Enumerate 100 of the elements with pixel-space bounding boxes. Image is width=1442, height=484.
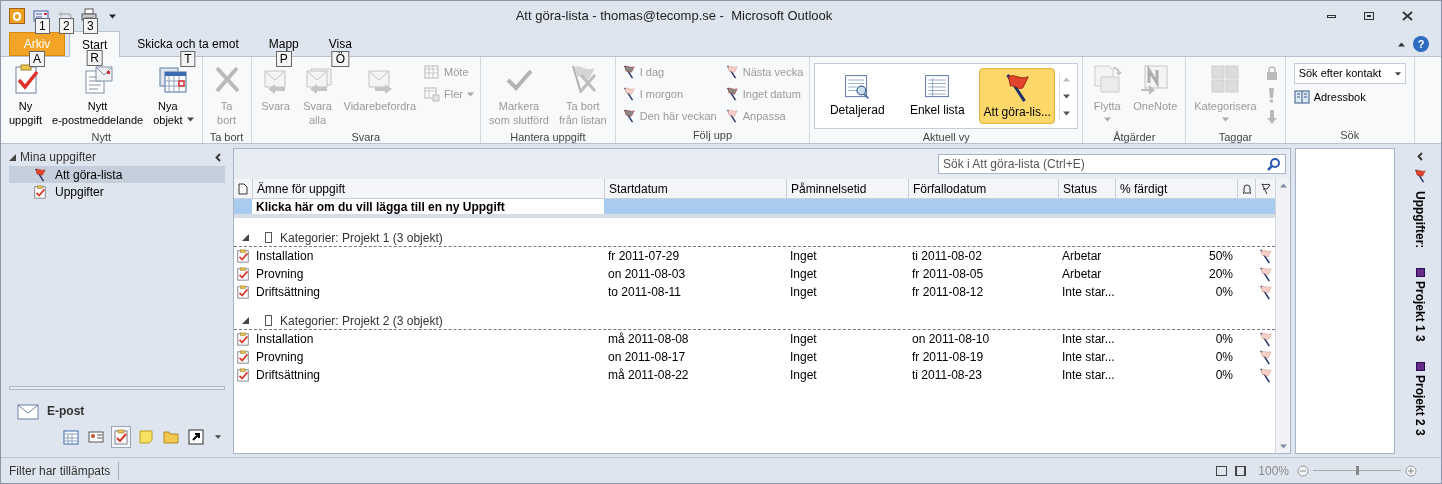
scroll-up-icon — [1063, 76, 1071, 82]
table-cell-text: ti 2011-08-23 — [911, 367, 983, 384]
flag-icon — [621, 109, 636, 123]
keytip-tooltip: T — [180, 51, 196, 67]
table-cell-text: Inte star... — [1061, 284, 1115, 301]
folder-icon — [163, 429, 179, 445]
ribbon-group-label: Aktuell vy — [921, 130, 971, 145]
table-cell-text: Inget — [789, 266, 818, 283]
reading-view-icon[interactable] — [1235, 465, 1247, 476]
category-outline-icon — [265, 232, 272, 243]
flag-icon — [1257, 266, 1273, 282]
todo-category[interactable]: Projekt 2 3 — [1411, 375, 1429, 436]
ribbon-group-label: Ta bort — [208, 130, 245, 145]
search-icon — [1267, 157, 1281, 171]
flag-icon — [1257, 248, 1273, 264]
document-icon — [238, 182, 248, 195]
help-button[interactable]: ? — [1413, 36, 1429, 52]
category-outline-icon — [265, 315, 272, 326]
table-cell-text: Installation — [255, 248, 315, 265]
book-icon — [1293, 90, 1310, 104]
group-header[interactable]: Kategorier: Projekt 1 (3 objekt) — [234, 229, 1275, 247]
column-header[interactable]: Påminnelsetid — [786, 179, 908, 198]
mail-nav-button[interactable]: E-post — [9, 398, 229, 424]
table-cell-text: Inget — [789, 284, 818, 301]
flag-icon — [1413, 169, 1427, 183]
shortcut-icon — [188, 429, 204, 445]
view-gallery-item[interactable]: Enkel lista — [899, 68, 976, 124]
column-header[interactable]: Förfallodatum — [908, 179, 1058, 198]
table-cell-text: 50% — [1207, 248, 1234, 265]
scroll-up-icon — [1279, 183, 1287, 188]
flag-icon — [724, 87, 739, 101]
table-cell-text: fr 2011-08-19 — [911, 349, 985, 366]
minimize-icon[interactable] — [1327, 14, 1336, 18]
view-gallery-item[interactable]: Detaljerad — [819, 68, 896, 124]
category-square-icon — [1415, 268, 1425, 278]
nav-folder-item[interactable]: Att göra-lista — [9, 166, 225, 183]
category-square-icon — [1415, 362, 1425, 372]
zoom-slider[interactable] — [1313, 466, 1401, 475]
ribbon-group-label: Taggar — [1217, 130, 1254, 145]
group-header[interactable]: Kategorier: Projekt 2 (3 objekt) — [234, 312, 1275, 330]
column-header[interactable]: Ämne för uppgift — [252, 179, 604, 198]
move-document-icon — [1091, 63, 1124, 95]
caret-icon — [467, 91, 475, 97]
nav-folder-item[interactable]: Uppgifter — [9, 183, 225, 200]
down-arrow-icon — [1266, 110, 1277, 124]
nav-section-header[interactable]: Mina uppgifter — [9, 148, 97, 166]
contact-search-combo[interactable]: Sök efter kontakt — [1293, 63, 1406, 84]
table-cell-text: Inget — [789, 248, 818, 265]
expand-triangle-icon — [242, 234, 249, 241]
table-cell-text: fr 2011-07-29 — [607, 248, 681, 265]
nav-shortcut-button[interactable] — [186, 426, 206, 448]
flag-icon — [33, 167, 47, 182]
zoom-slider-thumb[interactable] — [1356, 466, 1359, 475]
vertical-scrollbar[interactable] — [1275, 179, 1290, 453]
expand-todo-bar-icon[interactable] — [1417, 152, 1423, 161]
todo-category[interactable]: Projekt 1 3 — [1411, 281, 1429, 343]
ribbon-group-label: Hantera uppgift — [509, 130, 587, 145]
scroll-down-icon — [1279, 444, 1287, 449]
table-cell-text: Inget — [789, 349, 818, 366]
address-book-button[interactable]: Adressbok — [1293, 86, 1406, 108]
flag-icon — [1257, 331, 1273, 347]
keytip-tooltip: 1 — [35, 18, 50, 34]
collapse-pane-icon[interactable] — [215, 152, 221, 162]
flag-outline-icon — [1259, 182, 1272, 195]
close-icon[interactable] — [1402, 11, 1413, 21]
column-header[interactable]: Status — [1058, 179, 1115, 198]
maximize-icon[interactable] — [1364, 12, 1374, 20]
more-caret-icon — [215, 435, 221, 439]
ribbon-group-label: Svara — [350, 130, 382, 145]
search-field[interactable]: Sök i Att göra-lista (Ctrl+E) — [938, 154, 1286, 174]
ribbon-group-label: Sök — [1339, 128, 1361, 143]
column-header[interactable]: Startdatum — [604, 179, 786, 198]
expand-triangle-icon — [9, 153, 16, 161]
collapse-ribbon-icon — [1398, 41, 1405, 47]
table-cell-text: Provning — [255, 349, 305, 366]
normal-view-icon[interactable] — [1216, 465, 1228, 476]
table-cell-text: må 2011-08-22 — [607, 367, 690, 384]
flag-icon — [1257, 284, 1273, 300]
table-cell-text: må 2011-08-08 — [607, 331, 690, 348]
table-cell-text: Inget — [789, 367, 818, 384]
flag-icon — [1257, 349, 1273, 365]
envelope-icon — [17, 402, 39, 420]
table-cell-text: ti 2011-08-02 — [911, 248, 983, 265]
category-grid-icon — [1209, 63, 1242, 95]
flag-icon — [1257, 367, 1273, 383]
ribbon-group-label: Följ upp — [691, 128, 734, 143]
table-cell-text: Arbetar — [1061, 266, 1103, 283]
table-cell-text: Inget — [789, 331, 818, 348]
window-title: Att göra-lista - thomas@tecomp.se - Microsoft Outlook — [514, 7, 834, 26]
customize-toolbar-icon — [109, 13, 116, 19]
flag-icon — [724, 65, 739, 79]
view-gallery-item[interactable]: Att göra-lis... — [979, 68, 1056, 124]
table-cell-text: Inte star... — [1061, 331, 1115, 348]
calendar-icon — [63, 429, 79, 445]
new-task-prompt[interactable]: Klicka här om du vill lägga till en ny Uppgift — [252, 199, 604, 214]
caret-icon — [1103, 117, 1111, 122]
table-cell-text: on 2011-08-10 — [911, 331, 991, 348]
column-header[interactable]: % färdigt — [1115, 179, 1237, 198]
flag-icon — [621, 87, 636, 101]
keytip-tooltip: 2 — [59, 18, 74, 34]
